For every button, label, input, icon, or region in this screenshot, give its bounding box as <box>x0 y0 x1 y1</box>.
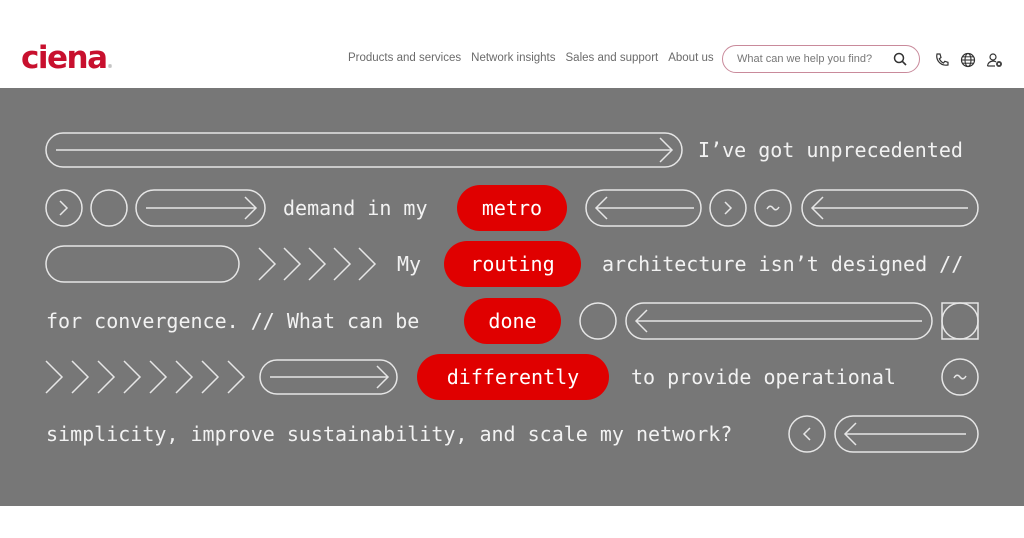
long-arrow-right-pill <box>45 132 683 168</box>
chevron-chain <box>258 247 377 281</box>
hero-text-line-6: simplicity, improve sustainability, and … <box>46 422 733 446</box>
arrow-left-pill <box>801 189 979 227</box>
nav-sales-and-support[interactable]: Sales and support <box>566 52 659 64</box>
tilde-circle <box>941 358 979 396</box>
nav-about-us[interactable]: About us <box>668 52 713 64</box>
search-box <box>722 45 920 73</box>
empty-circle <box>579 302 617 340</box>
highlight-done: done <box>464 298 561 344</box>
nav-network-insights[interactable]: Network insights <box>471 52 555 64</box>
tilde-circle <box>754 189 792 227</box>
hero-text-line-3b: architecture isn’t designed // <box>602 252 964 276</box>
phone-icon[interactable] <box>933 51 951 69</box>
arrow-right-pill <box>259 359 398 395</box>
globe-icon[interactable] <box>959 51 977 69</box>
arrow-left-pill <box>585 189 702 227</box>
user-settings-icon[interactable] <box>986 51 1004 69</box>
chevron-right-circle <box>709 189 747 227</box>
nav-products-and-services[interactable]: Products and services <box>348 52 461 64</box>
hero-text-line-3a: My <box>397 252 422 276</box>
highlight-routing: routing <box>444 241 581 287</box>
search-input[interactable] <box>735 52 884 66</box>
hero-banner: I’ve got unprecedented demand in my metr… <box>0 88 1024 506</box>
arrow-right-pill <box>135 189 266 227</box>
arrow-left-pill <box>625 302 933 340</box>
hero-text-line-4: for convergence. // What can be <box>46 309 420 333</box>
circle-in-square <box>941 302 979 340</box>
chevron-right-circle <box>45 189 83 227</box>
site-header: ciena® Products and services Network ins… <box>0 0 1024 88</box>
arrow-left-pill <box>834 415 979 453</box>
hero-text-line-2: demand in my <box>283 196 428 220</box>
main-nav: Products and services Network insights S… <box>348 52 714 64</box>
registered-mark: ® <box>107 64 113 70</box>
empty-pill <box>45 245 240 283</box>
ciena-logo[interactable]: ciena® <box>21 40 113 85</box>
search-icon[interactable] <box>893 52 907 66</box>
highlight-differently: differently <box>417 354 609 400</box>
empty-circle <box>90 189 128 227</box>
chevron-chain <box>45 360 246 394</box>
highlight-metro: metro <box>457 185 567 231</box>
chevron-left-circle <box>788 415 826 453</box>
hero-text-line-5: to provide operational <box>631 365 896 389</box>
logo-text: ciena <box>21 40 108 76</box>
hero-text-line-1: I’ve got unprecedented <box>698 138 963 162</box>
